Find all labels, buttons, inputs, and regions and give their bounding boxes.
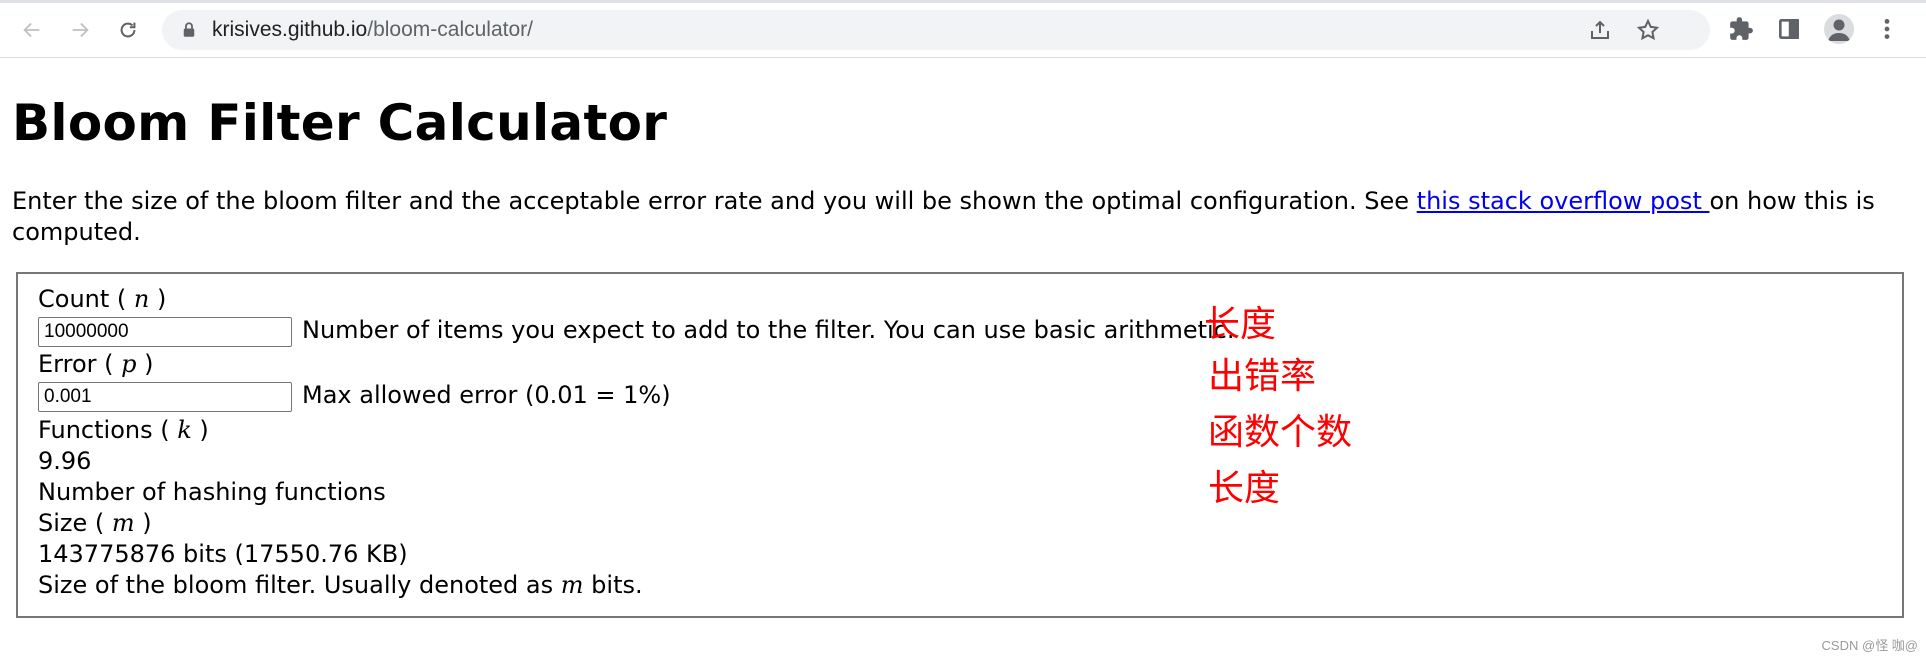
- profile-avatar[interactable]: [1824, 14, 1854, 44]
- annotation-count: 长度: [1204, 304, 1277, 345]
- count-input[interactable]: [38, 317, 292, 347]
- error-help: Max allowed error (0.01 = 1%): [302, 381, 671, 409]
- stack-overflow-link[interactable]: this stack overflow post: [1417, 187, 1710, 215]
- size-help-text-end: bits.: [583, 571, 643, 599]
- functions-label: Functions ( k ): [38, 415, 209, 446]
- calculator-panel: Count ( n ) Number of items you expect t…: [16, 272, 1904, 618]
- annotation-error: 出错率: [1208, 356, 1317, 397]
- error-symbol: p: [121, 350, 137, 378]
- size-help-text: Size of the bloom filter. Usually denote…: [38, 571, 561, 599]
- size-value: 143775876 bits (17550.76 KB): [38, 540, 408, 568]
- annotation-size: 长度: [1208, 468, 1281, 509]
- address-bar[interactable]: krisives.github.io/bloom-calculator/: [162, 10, 1710, 50]
- url-path: /bloom-calculator/: [367, 18, 533, 41]
- error-label-suffix: ): [136, 350, 154, 378]
- intro-text: Enter the size of the bloom filter and t…: [12, 187, 1417, 215]
- csdn-watermark: CSDN @怪 咖@: [1821, 638, 1918, 653]
- size-symbol: m: [111, 509, 135, 537]
- count-help: Number of items you expect to add to the…: [302, 316, 1235, 344]
- url-text[interactable]: krisives.github.io/bloom-calculator/: [212, 18, 533, 42]
- size-help-symbol: m: [560, 571, 584, 599]
- size-help: Size of the bloom filter. Usually denote…: [38, 570, 643, 601]
- functions-symbol: k: [177, 416, 192, 444]
- size-label-suffix: ): [134, 509, 152, 537]
- reload-button[interactable]: [110, 12, 146, 48]
- annotation-functions: 函数个数: [1208, 412, 1353, 453]
- back-icon: [23, 22, 40, 38]
- profile-icon: [1828, 19, 1850, 41]
- share-icon[interactable]: [1588, 18, 1612, 42]
- count-symbol: n: [133, 285, 150, 313]
- sidepanel-icon[interactable]: [1776, 16, 1802, 42]
- error-label-prefix: Error (: [38, 350, 122, 378]
- star-icon[interactable]: [1636, 18, 1660, 42]
- back-button[interactable]: [14, 12, 50, 48]
- size-label: Size ( m ): [38, 508, 152, 539]
- size-label-prefix: Size (: [38, 509, 112, 537]
- count-label: Count ( n ): [38, 284, 166, 315]
- forward-button[interactable]: [62, 12, 98, 48]
- error-label: Error ( p ): [38, 349, 154, 380]
- reload-icon: [120, 22, 136, 38]
- browser-toolbar: krisives.github.io/bloom-calculator/: [0, 0, 1926, 58]
- menu-icon[interactable]: [1874, 16, 1900, 42]
- page-title: Bloom Filter Calculator: [12, 94, 668, 152]
- url-host: krisives.github.io: [212, 18, 368, 41]
- lock-icon[interactable]: [180, 21, 198, 39]
- count-label-prefix: Count (: [38, 285, 134, 313]
- functions-value: 9.96: [38, 447, 92, 475]
- functions-help: Number of hashing functions: [38, 478, 386, 506]
- extensions-icon[interactable]: [1728, 16, 1754, 42]
- functions-label-suffix: ): [191, 416, 209, 444]
- functions-label-prefix: Functions (: [38, 416, 178, 444]
- intro-paragraph: Enter the size of the bloom filter and t…: [12, 186, 1882, 248]
- tab-strip-edge: [0, 0, 1926, 3]
- count-label-suffix: ): [149, 285, 167, 313]
- error-input[interactable]: [38, 382, 292, 412]
- forward-icon: [72, 22, 89, 38]
